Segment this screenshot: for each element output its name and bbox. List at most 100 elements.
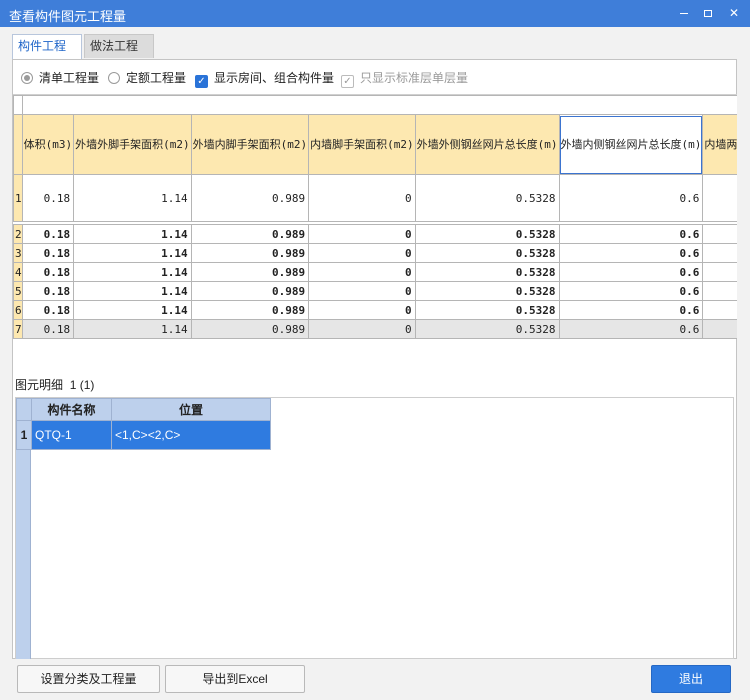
table-cell[interactable]: 0 bbox=[308, 262, 416, 282]
table-cell[interactable]: 0.989 bbox=[190, 174, 310, 222]
table-cell[interactable]: 0.989 bbox=[190, 300, 310, 320]
table-cell[interactable]: 0.6 bbox=[558, 319, 704, 339]
table-cell[interactable]: 0.6 bbox=[558, 224, 704, 244]
table-cell[interactable]: 0.5328 bbox=[414, 243, 560, 263]
table-cell[interactable]: 0.5328 bbox=[414, 319, 560, 339]
table-cell[interactable]: 0 bbox=[308, 319, 416, 339]
table-cell[interactable]: 0.6 bbox=[558, 281, 704, 301]
table-row[interactable]: 20.181.140.98900.53280.6000.5328000 bbox=[13, 224, 737, 244]
column-header[interactable]: 外墙内侧钢丝网片总长度(m) bbox=[558, 114, 704, 175]
table-cell[interactable]: 0.5328 bbox=[414, 281, 560, 301]
table-cell[interactable]: 1.14 bbox=[73, 262, 192, 282]
options-row: 清单工程量 定额工程量 ✓ 显示房间、组合构件量 ✓ 只显示标准层单层量 bbox=[21, 68, 721, 88]
table-cell[interactable]: 1.14 bbox=[73, 300, 192, 320]
table-cell[interactable]: 0 bbox=[308, 174, 416, 222]
detail-count: 1 (1) bbox=[69, 378, 95, 392]
column-header[interactable]: 体积(m3) bbox=[21, 114, 75, 175]
table-cell[interactable]: 0.6 bbox=[558, 300, 704, 320]
detail-col-name[interactable]: 构件名称 bbox=[31, 398, 112, 421]
table-cell[interactable]: 0.18 bbox=[21, 281, 75, 301]
table-cell[interactable]: 0 bbox=[702, 224, 737, 244]
row-number: 1 bbox=[13, 174, 23, 222]
exit-button[interactable]: 退出 bbox=[651, 665, 731, 693]
detail-label: 图元明细 bbox=[15, 378, 64, 392]
table-cell[interactable]: 1.14 bbox=[73, 281, 192, 301]
table-row[interactable]: 50.181.140.98900.53280.6000.5328000 bbox=[13, 281, 737, 301]
table-cell[interactable]: 0.5328 bbox=[414, 262, 560, 282]
table-row[interactable]: 40.181.140.98900.53280.6000.5328000 bbox=[13, 262, 737, 282]
tab-component-quantity[interactable]: 构件工程量 bbox=[12, 34, 82, 75]
table-row[interactable]: 1 QTQ-1 <1,C><2,C> bbox=[16, 420, 271, 450]
table-row[interactable]: 10.181.140.98900.53280.6000.5328000 bbox=[13, 174, 737, 222]
table-cell[interactable]: 0 bbox=[308, 224, 416, 244]
minimize-button[interactable] bbox=[672, 2, 696, 24]
maximize-button[interactable] bbox=[696, 2, 720, 24]
table-cell[interactable]: 0 bbox=[702, 174, 737, 222]
table-cell[interactable]: 1.14 bbox=[73, 224, 192, 244]
table-cell[interactable]: 0 bbox=[702, 281, 737, 301]
radio-unchecked-icon bbox=[108, 72, 120, 84]
column-header[interactable]: 外墙内脚手架面积(m2) bbox=[190, 114, 310, 175]
table-cell[interactable]: 0 bbox=[702, 262, 737, 282]
table-cell[interactable]: 0.989 bbox=[190, 319, 310, 339]
detail-cell-name[interactable]: QTQ-1 bbox=[31, 420, 112, 450]
table-cell[interactable]: 0.18 bbox=[21, 243, 75, 263]
detail-col-position[interactable]: 位置 bbox=[111, 398, 271, 421]
quantity-grid[interactable]: 工程体积(m3)外墙外脚手架面积(m2)外墙内脚手架面积(m2)内墙脚手架面积(… bbox=[13, 94, 737, 356]
detail-cell-position[interactable]: <1,C><2,C> bbox=[111, 420, 271, 450]
table-cell[interactable]: 0.18 bbox=[21, 174, 75, 222]
table-cell[interactable]: 0 bbox=[308, 243, 416, 263]
table-cell[interactable]: 0 bbox=[308, 281, 416, 301]
radio-qingdan[interactable]: 清单工程量 bbox=[21, 70, 99, 86]
table-cell[interactable]: 0 bbox=[702, 319, 737, 339]
row-number: 4 bbox=[13, 262, 23, 282]
table-row[interactable]: 30.181.140.98900.53280.6000.5328000 bbox=[13, 243, 737, 263]
title-bar: 查看构件图元工程量 ✕ bbox=[0, 0, 750, 27]
column-header[interactable]: 外墙外侧钢丝网片总长度(m) bbox=[414, 114, 560, 175]
checkbox-show-rooms[interactable]: ✓ 显示房间、组合构件量 bbox=[195, 70, 334, 88]
main-panel: 清单工程量 定额工程量 ✓ 显示房间、组合构件量 ✓ 只显示标准层单层量 工程体积(… bbox=[12, 59, 737, 659]
group-corner bbox=[13, 95, 23, 115]
detail-corner bbox=[16, 398, 32, 421]
table-cell[interactable]: 0.18 bbox=[21, 224, 75, 244]
table-cell[interactable]: 0.6 bbox=[558, 174, 704, 222]
window-title: 查看构件图元工程量 bbox=[9, 9, 127, 24]
checkbox-checked-icon: ✓ bbox=[195, 75, 208, 88]
table-cell[interactable]: 1.14 bbox=[73, 243, 192, 263]
table-cell[interactable]: 0.18 bbox=[21, 262, 75, 282]
table-cell[interactable]: 0.5328 bbox=[414, 224, 560, 244]
table-cell[interactable]: 1.14 bbox=[73, 319, 192, 339]
column-header[interactable]: 外墙外脚手架面积(m2) bbox=[73, 114, 192, 175]
maximize-icon bbox=[704, 10, 712, 18]
table-cell[interactable]: 1.14 bbox=[73, 174, 192, 222]
row-number: 7 bbox=[13, 319, 23, 339]
table-cell[interactable]: 0.6 bbox=[558, 262, 704, 282]
checkbox-standard-floor: ✓ 只显示标准层单层量 bbox=[341, 70, 468, 88]
table-row[interactable]: 60.181.140.98900.53280.6000.5328000 bbox=[13, 300, 737, 320]
close-button[interactable]: ✕ bbox=[722, 2, 746, 24]
table-cell[interactable]: 0.18 bbox=[21, 300, 75, 320]
row-number: 5 bbox=[13, 281, 23, 301]
close-icon: ✕ bbox=[728, 6, 740, 20]
table-cell[interactable]: 0 bbox=[702, 300, 737, 320]
table-cell[interactable]: 0.18 bbox=[21, 319, 75, 339]
table-cell[interactable]: 0.5328 bbox=[414, 300, 560, 320]
setup-quantities-button[interactable]: 设置分类及工程量 bbox=[17, 665, 160, 693]
table-cell[interactable]: 0 bbox=[702, 243, 737, 263]
table-cell[interactable]: 0 bbox=[308, 300, 416, 320]
radio-dinge[interactable]: 定额工程量 bbox=[108, 70, 186, 86]
tab-method-quantity[interactable]: 做法工程量 bbox=[84, 34, 154, 75]
table-row[interactable]: 70.181.140.98900.53280.6000.5328000 bbox=[13, 319, 737, 339]
table-cell[interactable]: 0.6 bbox=[558, 243, 704, 263]
table-cell[interactable]: 0.989 bbox=[190, 262, 310, 282]
column-header[interactable]: 内墙脚手架面积(m2) bbox=[308, 114, 416, 175]
table-cell[interactable]: 0.989 bbox=[190, 243, 310, 263]
export-excel-button[interactable]: 导出到Excel bbox=[165, 665, 305, 693]
table-cell[interactable]: 0.989 bbox=[190, 224, 310, 244]
table-cell[interactable]: 0.989 bbox=[190, 281, 310, 301]
column-header[interactable]: 内墙两侧钢丝网片总长度(m) bbox=[702, 114, 737, 175]
group-header-row: 工程 bbox=[13, 95, 737, 115]
table-cell[interactable]: 0.5328 bbox=[414, 174, 560, 222]
detail-grid[interactable]: 构件名称 位置 1 QTQ-1 <1,C><2,C> bbox=[15, 397, 734, 659]
detail-header: 图元明细 1 (1) bbox=[15, 376, 94, 393]
